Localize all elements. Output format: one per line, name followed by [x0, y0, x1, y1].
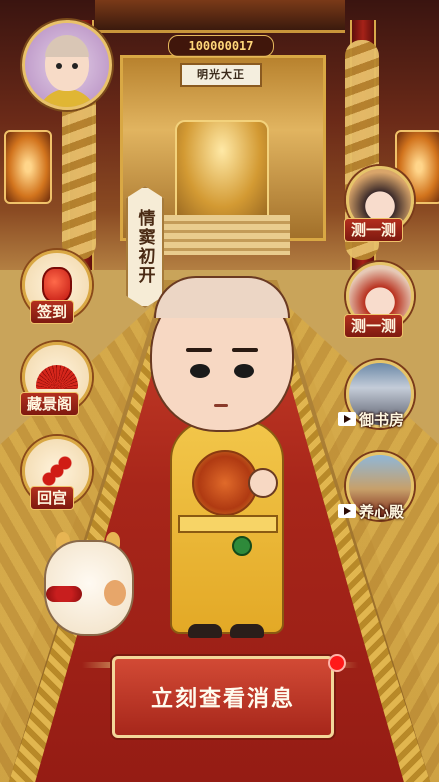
character-brow-right — [232, 348, 258, 352]
character-belt — [178, 515, 278, 533]
game-scene: 明光大正 100000017 情窦初开 签到 藏景阁 回宫 测一测 测一测 御书… — [0, 0, 439, 782]
character-brow-left — [186, 348, 212, 352]
cow-bow — [46, 586, 82, 602]
view-message-label: 立刻查看消息 — [150, 686, 295, 712]
character-eye-left — [190, 364, 210, 378]
character-hand — [248, 468, 278, 498]
view-message-button[interactable]: 立刻查看消息 — [112, 656, 334, 738]
character-hair — [154, 276, 290, 318]
cow-mascot[interactable] — [40, 528, 136, 638]
character-mouth — [214, 404, 228, 407]
character-eye-right — [234, 364, 254, 378]
cow-spot — [104, 580, 126, 606]
notification-dot — [328, 654, 346, 672]
jade-pendant — [232, 536, 252, 556]
character-shoe-right — [230, 624, 264, 638]
character-shoe-left — [188, 624, 222, 638]
